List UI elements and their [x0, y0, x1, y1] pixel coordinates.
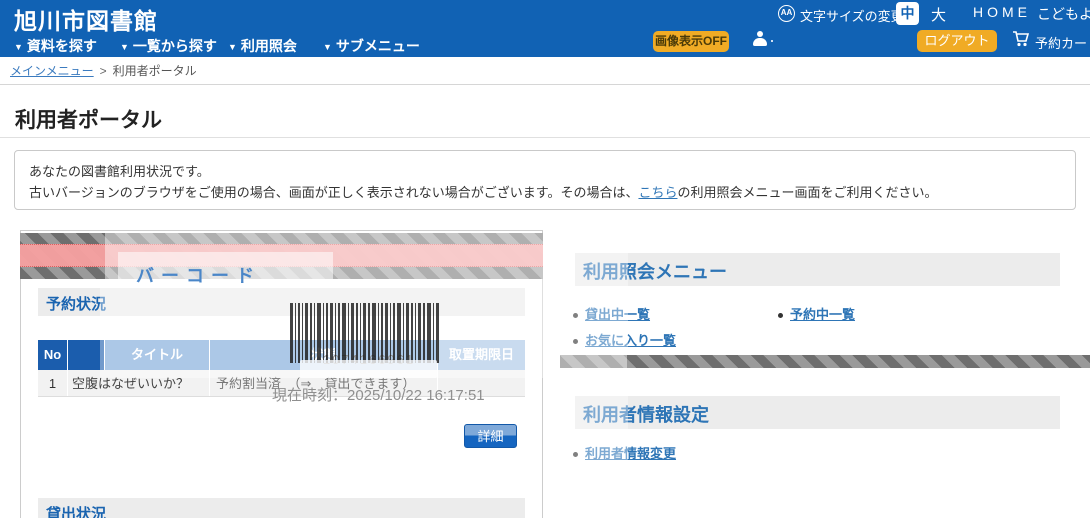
breadcrumb-separator: > — [99, 64, 107, 78]
lending-status-heading: 貸出状況 — [46, 506, 107, 518]
font-size-icon: AA — [778, 5, 795, 22]
browser-notice-box: あなたの図書館利用状況です。 古いバージョンのブラウザをご使用の場合、画面が正し… — [14, 150, 1076, 210]
row-no: 1 — [38, 370, 68, 396]
chevron-down-icon: ▼ — [120, 42, 129, 52]
divider — [0, 84, 1090, 85]
user-settings-heading: 利用者情報設定 — [583, 405, 709, 425]
col-no: No — [38, 340, 68, 370]
link-favorites-list[interactable]: お気に入り一覧 — [585, 330, 676, 349]
barcode-popup-title: バーコード — [118, 252, 333, 288]
bullet-icon — [573, 452, 578, 457]
logout-button[interactable]: ログアウト — [917, 30, 997, 52]
user-icon-body — [753, 38, 767, 46]
barcode-image — [290, 303, 440, 368]
bullet-icon — [778, 313, 783, 318]
nav-search-materials[interactable]: ▼ 資料を探す — [14, 36, 97, 56]
chevron-down-icon: ▼ — [228, 42, 237, 52]
site-title: 旭川市図書館 — [14, 8, 158, 34]
lending-status-heading-band: 貸出状況 — [38, 498, 525, 518]
col-title: タイトル — [105, 340, 210, 370]
detail-button[interactable]: 詳細 — [464, 424, 517, 448]
font-size-label: 文字サイズの変更 — [800, 9, 904, 24]
reservation-status-heading-band: 予約状況 — [38, 288, 525, 316]
kids-page-link[interactable]: こどもよう — [1037, 4, 1090, 24]
nav-browse-lists[interactable]: ▼ 一覧から探す — [120, 36, 217, 56]
breadcrumb-current: 利用者ポータル — [112, 64, 197, 78]
col-pickup-deadline: 取置期限日 — [438, 340, 525, 370]
kochira-link[interactable]: こちら — [638, 185, 677, 200]
notice-line-1: あなたの図書館利用状況です。 — [29, 164, 210, 179]
user-settings-heading-band: 利用者情報設定 — [575, 396, 1060, 429]
bullet-icon — [573, 313, 578, 318]
user-icon-head — [757, 31, 763, 37]
notice-line-2: 古いバージョンのブラウザをご使用の場合、画面が正しく表示されない場合がございます… — [29, 185, 938, 200]
page-title: 利用者ポータル — [15, 109, 162, 132]
bullet-icon — [573, 339, 578, 344]
site-header: 旭川市図書館 AA 文字サイズの変更 中 大 HOME こどもよう ▼資料を探す… — [0, 0, 1090, 57]
reservation-status-heading: 予約状況 — [46, 296, 107, 313]
col-blank — [68, 340, 105, 370]
font-size-medium-button[interactable]: 中 — [896, 2, 919, 25]
drag-handle-faded-part — [560, 355, 627, 368]
user-name-dot — [771, 40, 773, 42]
row-title: 空腹はなぜいいか？ — [68, 370, 210, 396]
cart-icon[interactable] — [1012, 31, 1030, 47]
nav-sub-menu[interactable]: ▼ サブメニュー — [323, 36, 420, 56]
link-reservations-list[interactable]: 予約中一覧 — [790, 304, 855, 323]
reservation-cart-link[interactable]: 予約カート — [1035, 33, 1090, 52]
user-icon[interactable] — [752, 31, 768, 47]
font-size-large-button[interactable]: 大 — [931, 4, 946, 25]
nav-usage-inquiry[interactable]: ▼ 利用照会 — [228, 36, 297, 56]
inquiry-menu-heading-band: 利用照会メニュー — [575, 253, 1060, 286]
home-link[interactable]: HOME — [973, 4, 1031, 20]
chevron-down-icon: ▼ — [323, 42, 332, 52]
image-display-off-button[interactable]: 画像表示OFF — [653, 31, 729, 52]
link-user-info-change[interactable]: 利用者情報変更 — [585, 443, 676, 462]
chevron-down-icon: ▼ — [14, 42, 23, 52]
link-loans-list[interactable]: 貸出中一覧 — [585, 304, 650, 323]
breadcrumb-main-menu-link[interactable]: メインメニュー — [10, 64, 94, 78]
barcode-number-mask — [300, 360, 437, 378]
divider — [0, 137, 1090, 138]
barcode-popup-drag-handle-bottom[interactable] — [560, 355, 1090, 368]
inquiry-menu-heading: 利用照会メニュー — [583, 262, 727, 282]
breadcrumb: メインメニュー > 利用者ポータル — [10, 62, 197, 79]
current-time: 現在時刻：2025/10/22 16:17:51 — [272, 387, 485, 404]
reservation-table-header: No タイトル 状態 取置期限日 — [38, 340, 525, 370]
user-portal-page: 旭川市図書館 AA 文字サイズの変更 中 大 HOME こどもよう ▼資料を探す… — [0, 0, 1090, 518]
